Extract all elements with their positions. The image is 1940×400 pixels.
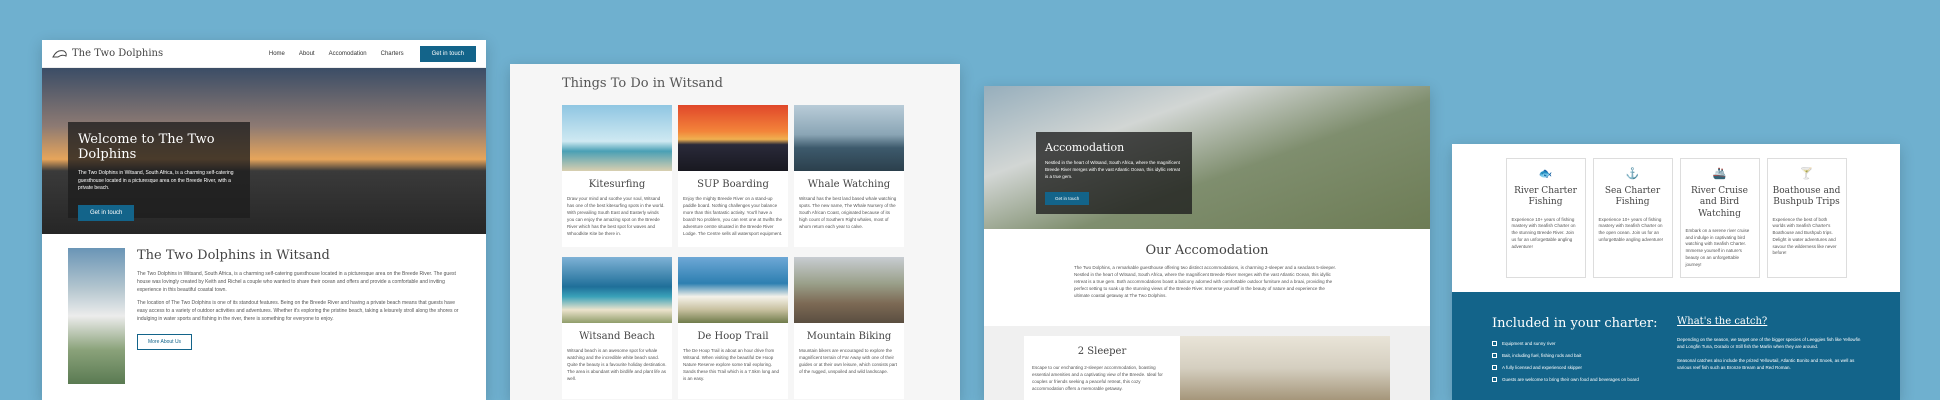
activity-title: Witsand Beach [579,331,655,342]
charter-text: Embark on a serene river cruise and indu… [1685,227,1750,267]
de-hoop-trail-image [678,257,788,323]
activity-text: Mountain bikers are encouraged to explor… [799,348,898,374]
cocktail-icon: 🍸 [1799,168,1814,180]
dolphin-logo-icon [52,49,67,57]
charter-title: Sea Charter Fishing [1604,186,1661,208]
kitesurfing-image [562,105,672,171]
about-title: The Two Dolphins in Witsand [136,248,330,263]
sleeper-text: Escape to our enchanting 2-sleeper accom… [1032,365,1163,391]
activity-text: Draw your mind and soothe your soul, Wit… [567,196,665,236]
list-item: Equipment and sunny river [1492,341,1677,346]
whale-watching-image [794,105,904,171]
activity-text: The De Hoop Trail is about an hour drive… [683,348,780,381]
nav-home[interactable]: Home [269,51,285,57]
accomodation-panel: Accomodation Nestled in the heart of Wit… [984,86,1430,400]
activity-title: Kitesurfing [588,179,646,190]
things-to-do-panel: Things To Do in Witsand Kitesurfing Draw… [510,64,960,400]
fish-icon: 🐟 [1538,168,1553,180]
hero-title: Welcome to The Two Dolphins [78,132,215,162]
activity-card[interactable]: De Hoop Trail The De Hoop Trail is about… [678,257,788,399]
hero-card: Welcome to The Two Dolphins The Two Dolp… [68,122,250,221]
activity-text: Witsand beach is an awesome spot for wha… [567,348,667,381]
activity-card[interactable]: Mountain Biking Mountain bikers are enco… [794,257,904,399]
charters-panel: 🐟 River Charter Fishing Experience 10+ y… [1452,144,1900,400]
charter-text: Experience 10+ years of fishing mastery … [1511,216,1576,249]
activity-title: SUP Boarding [697,179,769,190]
logo[interactable]: The Two Dolphins [52,48,163,60]
ship-icon: 🚢 [1712,168,1727,180]
activity-text: Witsand has the best land based whale wa… [799,196,897,229]
guesthouse-image [68,248,125,384]
activity-card[interactable]: SUP Boarding Enjoy the mighty Breede Riv… [678,105,788,247]
charter-card[interactable]: 🚢 River Cruise and Bird Watching Embark … [1679,158,1760,278]
whats-the-catch-link[interactable]: What's the catch? [1677,316,1867,327]
activity-title: Whale Watching [807,179,891,190]
our-accomodation-text: The Two Dolphins, a remarkable guesthous… [1074,265,1336,298]
list-item: Bait, including fuel, fishing rods and b… [1492,353,1677,358]
sleeper-card: 2 Sleeper Escape to our enchanting 2-sle… [1024,336,1180,400]
activity-card[interactable]: Witsand Beach Witsand beach is an awesom… [562,257,672,399]
logo-text: The Two Dolphins [72,48,164,59]
charter-title: Boathouse and Bushpub Trips [1772,186,1841,208]
check-icon [1492,377,1497,382]
nav-accomodation[interactable]: Accomodation [329,51,367,57]
catch-paragraph-1: Depending on the season, we target one o… [1677,337,1861,349]
catch-paragraph-2: Seasonal catches also include the prized… [1677,357,1855,370]
check-icon [1492,341,1497,346]
more-about-us-button[interactable]: More About Us [136,333,193,350]
included-title: Included in your charter: [1492,316,1658,331]
home-page-panel: The Two Dolphins Home About Accomodation… [42,40,486,400]
charter-text: Experience 10+ years of fishing mastery … [1598,216,1664,242]
charter-card[interactable]: 🍸 Boathouse and Bushpub Trips Experience… [1766,158,1847,278]
witsand-beach-image [562,257,672,323]
activity-title: De Hoop Trail [697,331,769,342]
included-list: Equipment and sunny river Bait, includin… [1492,341,1677,382]
sleeper-section: 2 Sleeper Escape to our enchanting 2-sle… [984,326,1430,400]
nav-charters[interactable]: Charters [381,51,404,57]
things-to-do-title: Things To Do in Witsand [562,76,723,91]
our-accomodation-title: Our Accomodation [1145,243,1269,258]
list-item-text: Guests are welcome to bring their own fo… [1502,377,1639,382]
check-icon [1492,365,1497,370]
hero-sunset-image: Welcome to The Two Dolphins The Two Dolp… [42,68,486,234]
check-icon [1492,353,1497,358]
charter-card[interactable]: ⚓ Sea Charter Fishing Experience 10+ yea… [1592,158,1673,278]
included-section: Included in your charter: Equipment and … [1452,292,1900,400]
charter-cards: 🐟 River Charter Fishing Experience 10+ y… [1452,158,1900,278]
activity-text: Enjoy the mighty Breede River on a stand… [683,196,783,236]
get-in-touch-button[interactable]: Get in touch [419,45,476,62]
charter-title: River Cruise and Bird Watching [1690,186,1749,219]
activity-title: Mountain Biking [806,331,892,342]
hero-get-in-touch-button[interactable]: Get in touch [78,204,135,221]
activities-grid: Kitesurfing Draw your mind and soothe yo… [562,105,960,399]
accomodation-get-in-touch-button[interactable]: Get in touch [1045,192,1090,206]
list-item: Guests are welcome to bring their own fo… [1492,377,1677,382]
navbar: The Two Dolphins Home About Accomodation… [42,40,486,68]
bedroom-image [1180,336,1390,400]
mountain-biking-image [794,257,904,323]
accomodation-hero-title: Accomodation [1045,141,1125,154]
sleeper-title: 2 Sleeper [1077,346,1127,357]
charter-text: Experience the best of both worlds with … [1772,216,1837,256]
about-section: The Two Dolphins in Witsand The Two Dolp… [42,234,486,398]
about-paragraph-2: The location of The Two Dolphins is one … [136,300,459,322]
sup-boarding-image [678,105,788,171]
accomodation-hero-image: Accomodation Nestled in the heart of Wit… [984,86,1430,229]
list-item-text: A fully licensed and experienced skipper [1502,365,1583,370]
our-accomodation-section: Our Accomodation The Two Dolphins, a rem… [984,229,1430,300]
charter-card[interactable]: 🐟 River Charter Fishing Experience 10+ y… [1505,158,1586,278]
list-item: A fully licensed and experienced skipper [1492,365,1677,370]
activity-card[interactable]: Kitesurfing Draw your mind and soothe yo… [562,105,672,247]
nav-links: Home About Accomodation Charters [269,51,404,57]
nav-about[interactable]: About [299,51,315,57]
accomodation-hero-card: Accomodation Nestled in the heart of Wit… [1036,132,1192,214]
about-paragraph-1: The Two Dolphins in Witsand, South Afric… [136,271,456,293]
accomodation-hero-text: Nestled in the heart of Witsand, South A… [1045,160,1181,179]
anchor-icon: ⚓ [1625,168,1640,180]
list-item-text: Bait, including fuel, fishing rods and b… [1502,353,1582,358]
hero-text: The Two Dolphins in Witsand, South Afric… [78,170,234,191]
list-item-text: Equipment and sunny river [1502,341,1556,346]
activity-card[interactable]: Whale Watching Witsand has the best land… [794,105,904,247]
charter-title: River Charter Fishing [1514,186,1577,208]
